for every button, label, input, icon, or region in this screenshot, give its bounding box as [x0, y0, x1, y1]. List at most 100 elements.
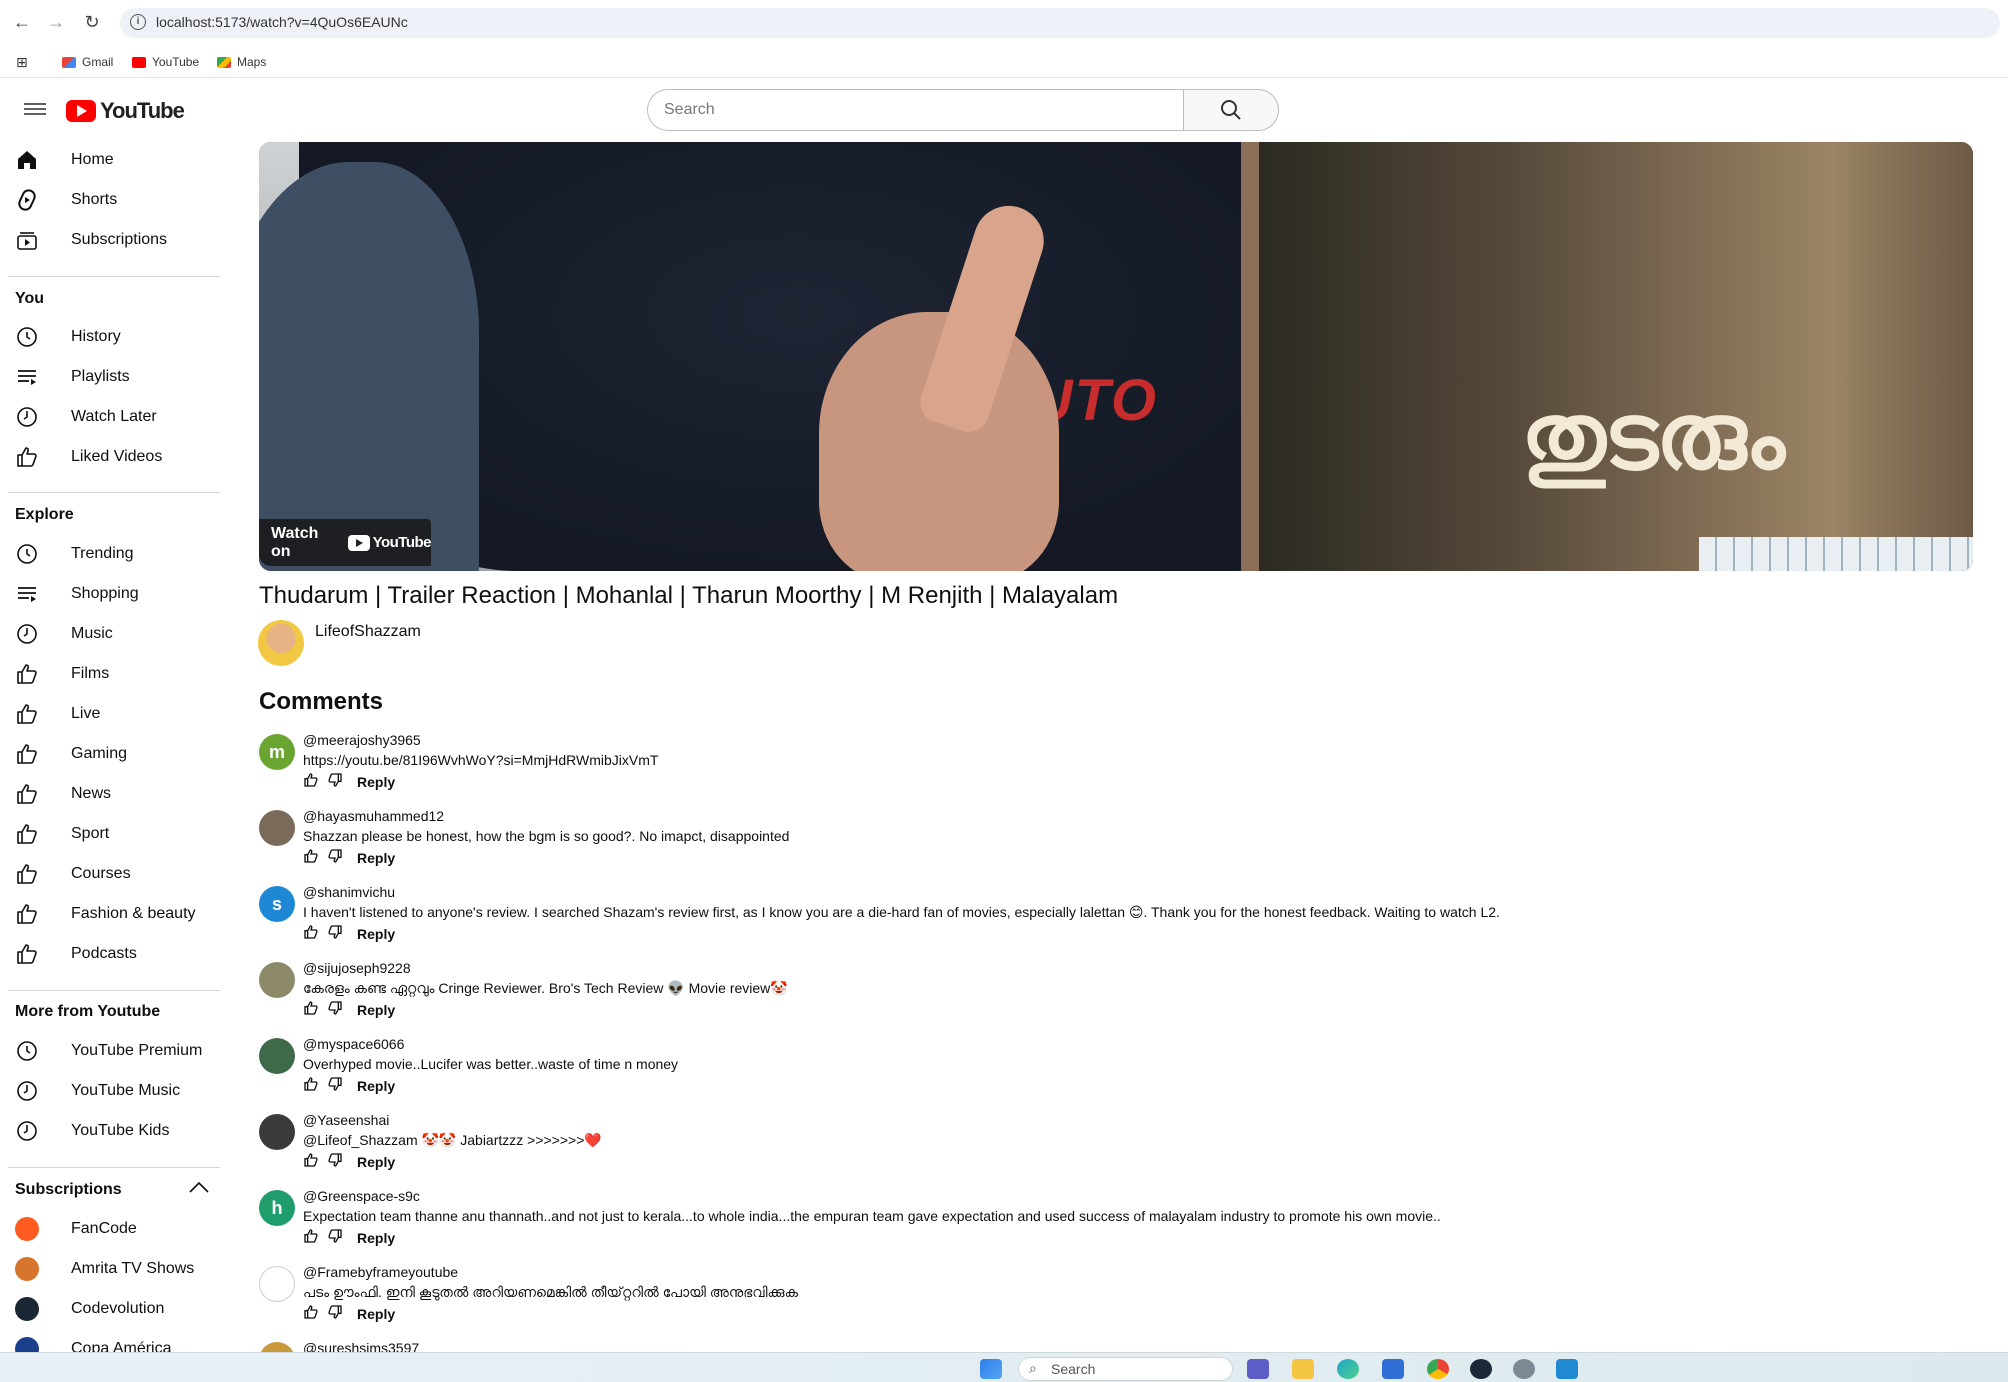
comment-avatar[interactable]: [259, 962, 295, 998]
video-player[interactable]: NARUTO തുടരും: [259, 142, 1973, 571]
sidebar-item-fashion-beauty[interactable]: Fashion & beauty: [0, 894, 220, 934]
sidebar-sub-amrita-tv-shows[interactable]: Amrita TV Shows: [0, 1249, 220, 1289]
dislike-icon[interactable]: [327, 1152, 343, 1171]
site-info-icon[interactable]: i: [130, 14, 146, 30]
channel-avatar[interactable]: [258, 620, 304, 666]
comment-author[interactable]: @meerajoshy3965: [303, 732, 421, 748]
youtube-logo[interactable]: YouTube: [66, 98, 185, 124]
comment-author[interactable]: @sijujoseph9228: [303, 960, 411, 976]
sidebar-item-sport[interactable]: Sport: [0, 814, 220, 854]
sidebar-sub-fancode[interactable]: FanCode: [0, 1209, 220, 1249]
reply-button[interactable]: Reply: [357, 774, 395, 790]
dislike-icon[interactable]: [327, 1304, 343, 1323]
comment-author[interactable]: @Yaseenshai: [303, 1112, 389, 1128]
taskbar-search[interactable]: ⌕ Search: [1018, 1357, 1233, 1381]
sidebar-item-youtube-kids[interactable]: YouTube Kids: [0, 1111, 220, 1151]
reply-button[interactable]: Reply: [357, 1002, 395, 1018]
comment-item: @Yaseenshai @Lifeof_Shazzam 🤡🤡 Jabiartzzz…: [259, 1112, 1959, 1188]
dislike-icon[interactable]: [327, 924, 343, 943]
search-button[interactable]: [1183, 89, 1279, 131]
comment-avatar[interactable]: [259, 1114, 295, 1150]
reply-button[interactable]: Reply: [357, 926, 395, 942]
comment-author[interactable]: @myspace6066: [303, 1036, 404, 1052]
like-icon[interactable]: [303, 1304, 319, 1323]
back-icon[interactable]: ←: [10, 10, 34, 34]
dislike-icon[interactable]: [327, 848, 343, 867]
comment-avatar[interactable]: [259, 1038, 295, 1074]
sidebar-item-podcasts[interactable]: Podcasts: [0, 934, 220, 974]
dislike-icon[interactable]: [327, 1228, 343, 1247]
settings-icon[interactable]: [1513, 1359, 1535, 1379]
like-icon[interactable]: [303, 924, 319, 943]
sidebar-item-shorts[interactable]: Shorts: [0, 180, 220, 220]
sidebar-item-youtube-premium[interactable]: YouTube Premium: [0, 1031, 220, 1071]
sidebar-item-watch-later[interactable]: Watch Later: [0, 397, 220, 437]
forward-icon[interactable]: →: [44, 10, 68, 34]
sidebar-item-history[interactable]: History: [0, 317, 220, 357]
like-icon[interactable]: [303, 1076, 319, 1095]
sidebar-item-subscriptions[interactable]: Subscriptions: [0, 220, 220, 260]
menu-icon[interactable]: [24, 100, 46, 120]
sidebar-item-courses[interactable]: Courses: [0, 854, 220, 894]
file-explorer-icon[interactable]: [1292, 1359, 1314, 1379]
comment-author[interactable]: @hayasmuhammed12: [303, 808, 444, 824]
reload-icon[interactable]: ↻: [80, 10, 104, 34]
sidebar-item-playlists[interactable]: Playlists: [0, 357, 220, 397]
bookmark-youtube[interactable]: YouTube: [132, 52, 199, 72]
comment-author[interactable]: @Framebyframeyoutube: [303, 1264, 458, 1280]
dislike-icon[interactable]: [327, 1000, 343, 1019]
channel-name[interactable]: LifeofShazzam: [315, 623, 421, 641]
sidebar-item-music[interactable]: Music: [0, 614, 220, 654]
sidebar-item-gaming[interactable]: Gaming: [0, 734, 220, 774]
address-bar[interactable]: i localhost:5173/watch?v=4QuOs6EAUNc: [120, 8, 2000, 38]
vscode-icon[interactable]: [1556, 1359, 1578, 1379]
bookmark-gmail[interactable]: Gmail: [62, 52, 113, 72]
sidebar-item-youtube-music[interactable]: YouTube Music: [0, 1071, 220, 1111]
bookmark-maps[interactable]: Maps: [217, 52, 266, 72]
reply-button[interactable]: Reply: [357, 1230, 395, 1246]
reply-button[interactable]: Reply: [357, 1306, 395, 1322]
comment-avatar[interactable]: h: [259, 1190, 295, 1226]
comment-avatar[interactable]: [259, 1266, 295, 1302]
sidebar-item-trending[interactable]: Trending: [0, 534, 220, 574]
steam-icon[interactable]: [1470, 1359, 1492, 1379]
thumbs-up-icon: [14, 781, 40, 807]
reply-button[interactable]: Reply: [357, 1078, 395, 1094]
sidebar-item-shopping[interactable]: Shopping: [0, 574, 220, 614]
like-icon[interactable]: [303, 772, 319, 791]
edge-icon[interactable]: [1337, 1359, 1359, 1379]
sidebar-item-home[interactable]: Home: [0, 140, 220, 180]
sidebar-item-label: Subscriptions: [71, 231, 168, 248]
comment-author[interactable]: @shanimvichu: [303, 884, 395, 900]
sidebar-item-label: Fashion & beauty: [71, 905, 196, 922]
comment-author[interactable]: @Greenspace-s9c: [303, 1188, 420, 1204]
search-input[interactable]: Search: [647, 89, 1183, 131]
comment-avatar[interactable]: m: [259, 734, 295, 770]
dislike-icon[interactable]: [327, 772, 343, 791]
like-icon[interactable]: [303, 1152, 319, 1171]
reply-button[interactable]: Reply: [357, 850, 395, 866]
sidebar-item-live[interactable]: Live: [0, 694, 220, 734]
comment-avatar[interactable]: [259, 810, 295, 846]
dislike-icon[interactable]: [327, 1076, 343, 1095]
comment-avatar[interactable]: s: [259, 886, 295, 922]
sidebar-item-films[interactable]: Films: [0, 654, 220, 694]
chrome-icon[interactable]: [1427, 1359, 1449, 1379]
sidebar-sub-codevolution[interactable]: Codevolution: [0, 1289, 220, 1329]
sidebar-item-label: Courses: [71, 865, 131, 882]
thumbs-up-icon: [14, 861, 40, 887]
start-icon[interactable]: [980, 1359, 1002, 1379]
like-icon[interactable]: [303, 848, 319, 867]
watch-on-youtube-button[interactable]: Watch on YouTube: [259, 519, 432, 566]
like-icon[interactable]: [303, 1000, 319, 1019]
like-icon[interactable]: [303, 1228, 319, 1247]
sidebar-item-liked-videos[interactable]: Liked Videos: [0, 437, 220, 477]
search-icon: [1221, 100, 1241, 120]
store-icon[interactable]: [1382, 1359, 1404, 1379]
reply-button[interactable]: Reply: [357, 1154, 395, 1170]
apps-icon[interactable]: ⊞: [16, 52, 28, 72]
sidebar-item-news[interactable]: News: [0, 774, 220, 814]
chevron-up-icon[interactable]: [188, 1180, 210, 1199]
teams-icon[interactable]: [1247, 1359, 1269, 1379]
sidebar-item-label: Podcasts: [71, 945, 137, 962]
